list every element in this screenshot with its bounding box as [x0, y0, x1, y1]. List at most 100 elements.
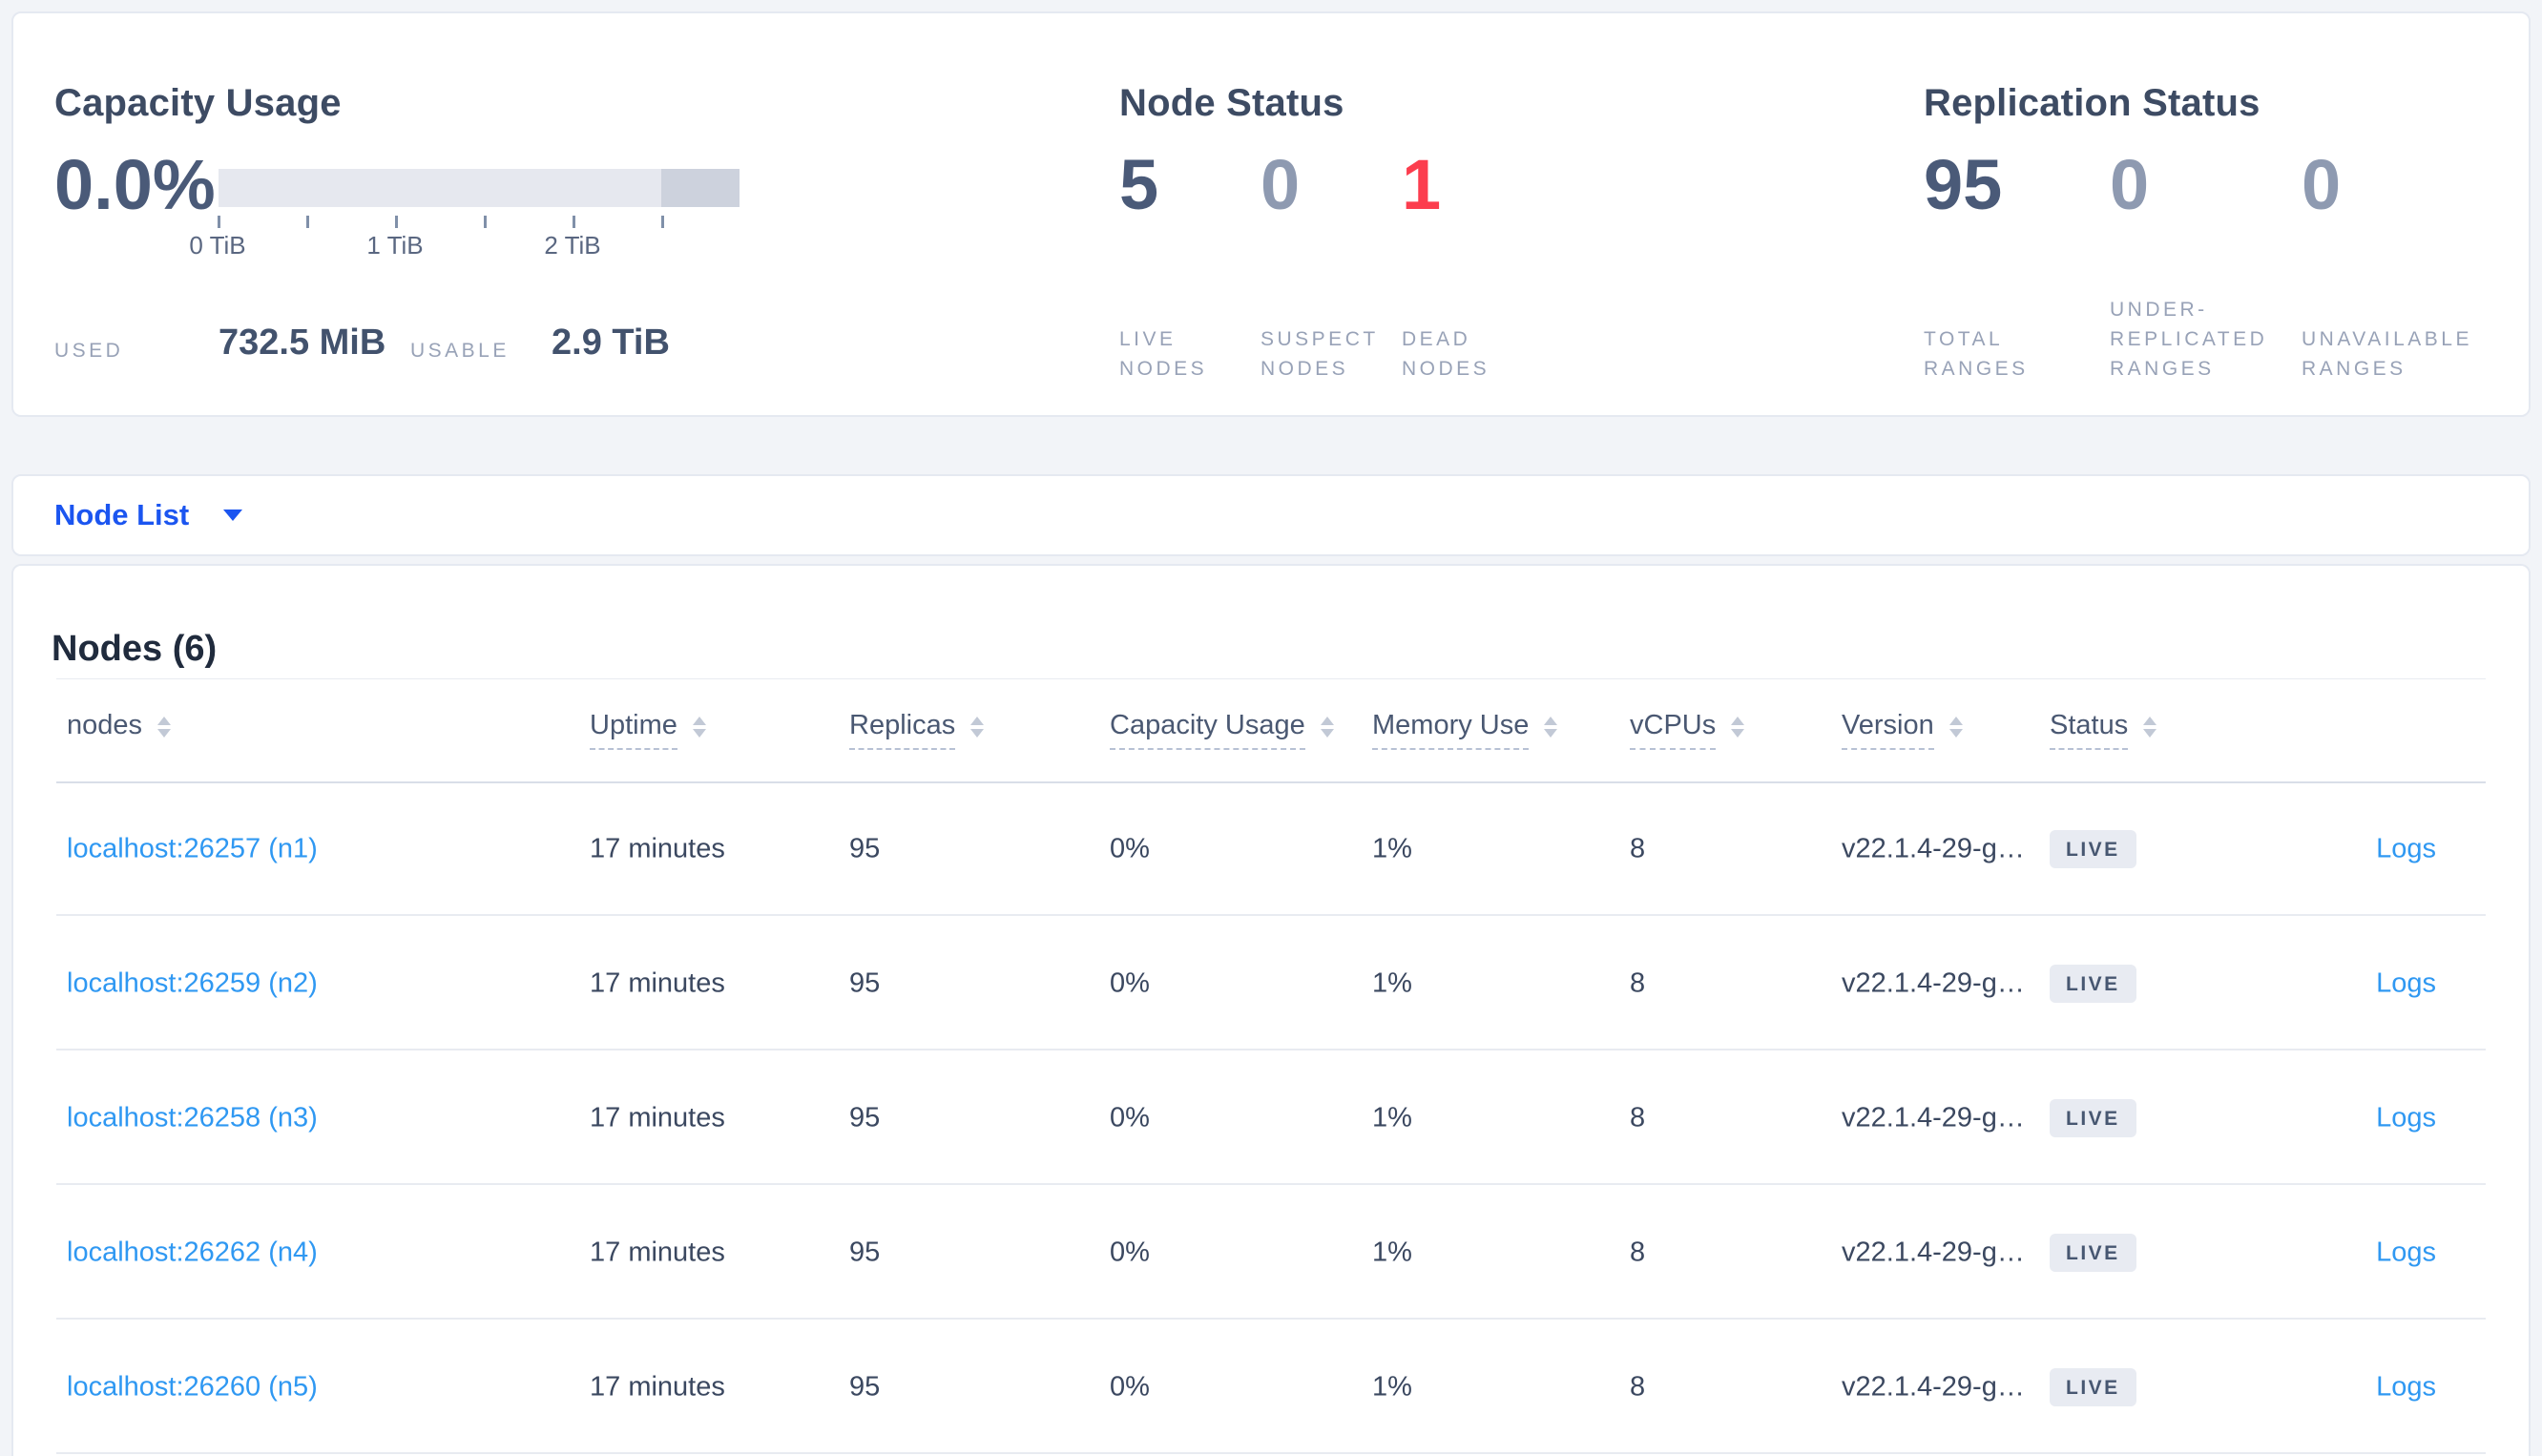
node-link[interactable]: localhost:26257 (n1): [67, 833, 318, 864]
memory-use-cell: 1%: [1372, 1237, 1412, 1267]
uptime-cell: 17 minutes: [590, 833, 725, 863]
logs-link[interactable]: Logs: [2376, 1371, 2436, 1403]
version-cell: v22.1.4-29-g…: [1842, 1371, 2025, 1402]
axis-tick: [573, 216, 575, 228]
capacity-usage-cell: 0%: [1110, 967, 1150, 998]
usable-value: 2.9 TiB: [552, 322, 670, 363]
axis-tick-label: 1 TiB: [366, 231, 424, 260]
uptime-cell: 17 minutes: [590, 1237, 725, 1267]
column-header-capacity-usage[interactable]: Capacity Usage: [1110, 710, 1334, 750]
dead-nodes-label: DEAD NODES: [1402, 328, 1490, 380]
nodes-table-title: Nodes (6): [52, 628, 218, 669]
axis-tick: [661, 216, 664, 228]
sort-icon: [1948, 717, 1963, 738]
capacity-bar-other-segment: [661, 169, 740, 207]
live-nodes-count: 5: [1119, 145, 1159, 224]
column-header-vcpus[interactable]: vCPUs: [1630, 710, 1745, 750]
column-header-status[interactable]: Status: [2050, 710, 2157, 750]
axis-tick: [218, 216, 220, 228]
table-row: localhost:26257 (n1) 17 minutes 95 0% 1%…: [13, 781, 2529, 916]
table-header-row: nodes Uptime Replicas Capacity Usage Mem…: [13, 678, 2529, 781]
logs-link[interactable]: Logs: [2376, 967, 2436, 999]
vcpus-cell: 8: [1630, 967, 1646, 998]
logs-link[interactable]: Logs: [2376, 1237, 2436, 1268]
status-cell: LIVE: [2050, 829, 2136, 868]
replicas-cell: 95: [849, 1102, 881, 1133]
column-header-nodes[interactable]: nodes: [67, 710, 172, 750]
version-cell: v22.1.4-29-g…: [1842, 833, 2025, 863]
unavailable-ranges-count: 0: [2302, 145, 2342, 224]
vcpus-cell: 8: [1630, 1371, 1646, 1402]
status-badge: LIVE: [2050, 1098, 2136, 1137]
column-header-uptime[interactable]: Uptime: [590, 710, 706, 750]
memory-use-cell: 1%: [1372, 833, 1412, 863]
version-cell: v22.1.4-29-g…: [1842, 1237, 2025, 1267]
memory-use-cell: 1%: [1372, 1102, 1412, 1133]
axis-tick: [484, 216, 487, 228]
node-link[interactable]: localhost:26262 (n4): [67, 1237, 318, 1268]
suspect-nodes-count: 0: [1261, 145, 1301, 224]
axis-tick-label: 2 TiB: [544, 231, 601, 260]
total-ranges-count: 95: [1924, 145, 2003, 224]
suspect-nodes-label: SUSPECT NODES: [1261, 328, 1379, 380]
status-cell: LIVE: [2050, 1233, 2136, 1272]
node-link[interactable]: localhost:26260 (n5): [67, 1371, 318, 1403]
logs-link[interactable]: Logs: [2376, 1102, 2436, 1134]
caret-down-icon: [223, 510, 243, 521]
node-link[interactable]: localhost:26259 (n2): [67, 967, 318, 999]
node-list-dropdown-label: Node List: [54, 498, 190, 531]
capacity-bar: [219, 169, 740, 207]
sort-icon: [1731, 717, 1745, 738]
table-row: localhost:26260 (n5) 17 minutes 95 0% 1%…: [13, 1320, 2529, 1454]
capacity-usage-cell: 0%: [1110, 1371, 1150, 1402]
dead-nodes-count: 1: [1402, 145, 1442, 224]
unavailable-ranges-label: UNAVAILABLE RANGES: [2302, 328, 2472, 380]
node-status-title: Node Status: [1119, 82, 1344, 125]
sort-icon: [1544, 717, 1558, 738]
table-row: localhost:26258 (n3) 17 minutes 95 0% 1%…: [13, 1050, 2529, 1185]
column-header-version[interactable]: Version: [1842, 710, 1963, 750]
status-badge: LIVE: [2050, 829, 2136, 868]
capacity-usage-cell: 0%: [1110, 1102, 1150, 1133]
uptime-cell: 17 minutes: [590, 1102, 725, 1133]
vcpus-cell: 8: [1630, 1102, 1646, 1133]
axis-tick-label: 0 TiB: [189, 231, 246, 260]
replicas-cell: 95: [849, 967, 881, 998]
replicas-cell: 95: [849, 833, 881, 863]
under-replicated-ranges-label: UNDER- REPLICATED RANGES: [2110, 299, 2268, 380]
axis-tick: [306, 216, 309, 228]
vcpus-cell: 8: [1630, 833, 1646, 863]
used-label: USED: [54, 340, 124, 362]
capacity-usage-cell: 0%: [1110, 833, 1150, 863]
view-selector-bar: Node List: [11, 474, 2531, 556]
vcpus-cell: 8: [1630, 1237, 1646, 1267]
cluster-overview-page: Capacity Usage 0.0% 0 TiB 1 TiB 2 TiB US…: [0, 0, 2542, 1456]
table-row: localhost:26262 (n4) 17 minutes 95 0% 1%…: [13, 1185, 2529, 1320]
version-cell: v22.1.4-29-g…: [1842, 1102, 2025, 1133]
table-body: localhost:26257 (n1) 17 minutes 95 0% 1%…: [13, 781, 2529, 1454]
sort-icon: [157, 717, 172, 738]
sort-icon: [1320, 717, 1334, 738]
nodes-table-card: Nodes (6) nodes Uptime Replicas Capacity…: [11, 564, 2531, 1456]
capacity-usage-cell: 0%: [1110, 1237, 1150, 1267]
capacity-usage-title: Capacity Usage: [54, 82, 342, 125]
usable-label: USABLE: [410, 340, 510, 362]
live-nodes-label: LIVE NODES: [1119, 328, 1208, 380]
sort-icon: [2143, 717, 2157, 738]
status-cell: LIVE: [2050, 1098, 2136, 1137]
column-header-memory-use[interactable]: Memory Use: [1372, 710, 1558, 750]
version-cell: v22.1.4-29-g…: [1842, 967, 2025, 998]
status-badge: LIVE: [2050, 1367, 2136, 1406]
node-list-dropdown[interactable]: Node List: [54, 476, 243, 554]
memory-use-cell: 1%: [1372, 1371, 1412, 1402]
total-ranges-label: TOTAL RANGES: [1924, 328, 2029, 380]
axis-tick: [395, 216, 398, 228]
logs-link[interactable]: Logs: [2376, 833, 2436, 864]
status-cell: LIVE: [2050, 964, 2136, 1003]
under-replicated-ranges-count: 0: [2110, 145, 2150, 224]
uptime-cell: 17 minutes: [590, 1371, 725, 1402]
column-header-replicas[interactable]: Replicas: [849, 710, 985, 750]
status-badge: LIVE: [2050, 1233, 2136, 1272]
used-value: 732.5 MiB: [219, 322, 386, 363]
node-link[interactable]: localhost:26258 (n3): [67, 1102, 318, 1134]
